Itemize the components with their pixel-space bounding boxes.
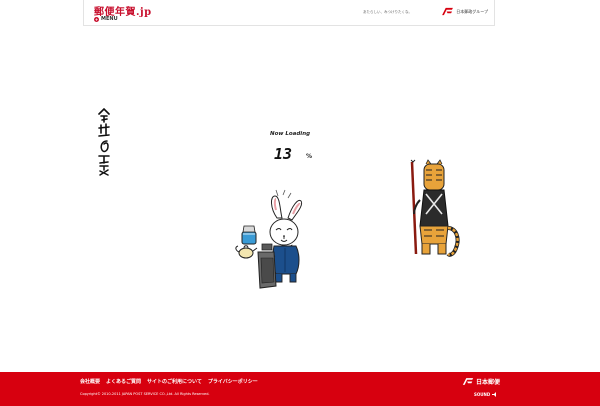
loading-percent-sign: %	[306, 153, 313, 160]
footer-brand-name: 日本郵便	[476, 379, 501, 386]
footer-link-terms[interactable]: サイトのご利用について	[147, 378, 202, 385]
sound-toggle[interactable]: SOUND	[474, 392, 498, 397]
menu-label: MENU	[101, 16, 118, 22]
jp-post-logo-icon	[442, 7, 454, 16]
copyright-text: Copyright© 2010-2011 JAPAN POST SERVICE …	[80, 392, 210, 396]
header-bar: 郵便年賀.jp + MENU あたらしい、みつけりたくな。 日本郵政グループ	[83, 0, 495, 26]
sound-icon	[492, 392, 497, 397]
menu-button[interactable]: + MENU	[94, 16, 118, 22]
calligraphy-title	[98, 108, 110, 176]
footer-brand-link[interactable]: 日本郵便	[462, 377, 500, 386]
loading-label: Now Loading	[270, 131, 311, 137]
sound-label: SOUND	[474, 392, 491, 397]
group-logo-link[interactable]: 日本郵政グループ	[441, 7, 488, 16]
menu-dot-icon: +	[94, 16, 99, 22]
jp-post-logo-icon	[462, 378, 474, 385]
footer-bar: 会社概要 よくあるご質問 サイトのご利用について プライバシーポリシー Copy…	[0, 372, 600, 406]
header-tagline: あたらしい、みつけりたくな。	[363, 10, 412, 14]
footer-link-privacy[interactable]: プライバシーポリシー	[208, 378, 258, 385]
loading-percent: 13	[274, 145, 293, 163]
rabbit-illustration	[235, 189, 303, 289]
group-name: 日本郵政グループ	[456, 8, 488, 14]
tiger-illustration	[410, 159, 460, 257]
footer-links: 会社概要 よくあるご質問 サイトのご利用について プライバシーポリシー	[80, 378, 258, 385]
page: 郵便年賀.jp + MENU あたらしい、みつけりたくな。 日本郵政グループ N…	[0, 0, 600, 406]
footer-link-company[interactable]: 会社概要	[80, 378, 100, 385]
footer-link-faq[interactable]: よくあるご質問	[106, 378, 141, 385]
